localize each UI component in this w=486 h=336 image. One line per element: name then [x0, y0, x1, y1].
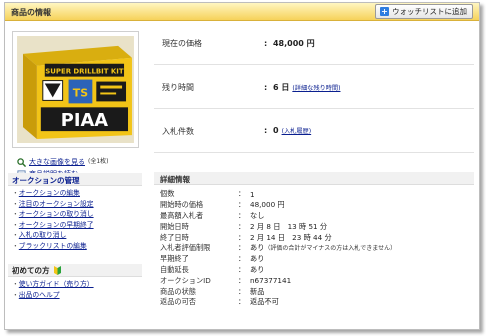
- detailed-time-link[interactable]: (詳細な残り時間): [292, 83, 340, 92]
- detail-row: 商品の状態：新品: [160, 286, 265, 296]
- auction-mgmt-item[interactable]: オークションの早期終了: [12, 220, 142, 231]
- time-left-label: 残り時間: [162, 83, 194, 92]
- detail-row: 開始時の価格： 48,000 円: [160, 200, 285, 210]
- detail-row: 開始日時： 2 月 8 日 13 時 51 分: [160, 221, 328, 231]
- product-image[interactable]: SUPER DRILLBIT KIT TS PIAA: [12, 31, 139, 148]
- current-price-row: 現在の価格 : 48,000 円: [154, 21, 474, 65]
- detail-row: 自動延長：あり: [160, 264, 265, 274]
- product-box-illustration: SUPER DRILLBIT KIT TS PIAA: [17, 36, 134, 143]
- large-image-link-row[interactable]: 大きな画像を見る (全1枚): [17, 156, 109, 168]
- add-to-watchlist-button[interactable]: + ウォッチリストに追加: [375, 4, 473, 19]
- time-left-value: 6 日: [272, 83, 290, 92]
- beginner-box: 初めての方 使い方ガイド（売り方） 出品のヘルプ: [8, 264, 142, 301]
- svg-text:TS: TS: [73, 86, 88, 99]
- detail-row: 終了日時： 2 月 14 日 23 時 44 分: [160, 232, 332, 242]
- beginner-heading: 初めての方: [12, 265, 50, 275]
- magnifier-icon: [17, 157, 26, 167]
- details-table: 個数： 1 開始時の価格： 48,000 円 最高額入札者：なし 開始日時： 2 月 …: [160, 189, 470, 308]
- right-column: 現在の価格 : 48,000 円 残り時間 : 6 日 (詳細な残り時間) 入札件…: [146, 21, 479, 329]
- plus-icon: +: [380, 6, 389, 16]
- beginner-mark-icon: [53, 265, 61, 275]
- auction-mgmt-item[interactable]: オークションの編集: [12, 188, 142, 199]
- bid-count-value: 0: [272, 126, 279, 135]
- bid-count-row: 入札件数 : 0 (入札履歴): [154, 109, 474, 153]
- section-title: 商品の情報: [11, 8, 51, 17]
- auction-mgmt-item[interactable]: ブラックリストの編集: [12, 241, 142, 252]
- detail-row: 個数： 1: [160, 189, 255, 199]
- auction-management-box: オークションの管理 オークションの編集 注目のオークション設定 オークションの取…: [8, 173, 142, 252]
- svg-text:PIAA: PIAA: [61, 110, 108, 131]
- auction-mgmt-item[interactable]: 注目のオークション設定: [12, 199, 142, 210]
- detail-row: オークションID： n67377141: [160, 275, 292, 286]
- details-heading: 詳細情報: [154, 172, 474, 185]
- bid-history-link[interactable]: (入札履歴): [282, 126, 312, 135]
- current-price-label: 現在の価格: [162, 39, 202, 48]
- detail-row: 返品の可否：返品不可: [160, 297, 279, 307]
- bid-count-label: 入札件数: [162, 127, 194, 136]
- beginner-item[interactable]: 使い方ガイド（売り方）: [12, 279, 142, 290]
- time-left-row: 残り時間 : 6 日 (詳細な残り時間): [154, 65, 474, 109]
- auction-mgmt-item[interactable]: 入札の取り消し: [12, 230, 142, 241]
- beginner-heading-row: 初めての方: [8, 264, 142, 277]
- detail-row: 入札者評価制限：あり（評価の合計がマイナスの方は入札できません）: [160, 243, 397, 253]
- auction-management-heading: オークションの管理: [8, 173, 142, 186]
- add-to-watchlist-label: ウォッチリストに追加: [392, 7, 467, 16]
- header-bar: 商品の情報 + ウォッチリストに追加: [5, 3, 479, 21]
- item-info-panel: 商品の情報 + ウォッチリストに追加 SUPER DRILLBIT KIT TS: [4, 2, 480, 330]
- detail-row: 最高額入札者：なし: [160, 210, 265, 220]
- beginner-item[interactable]: 出品のヘルプ: [12, 290, 142, 301]
- current-price-value: 48,000 円: [272, 39, 315, 48]
- svg-text:SUPER DRILLBIT KIT: SUPER DRILLBIT KIT: [45, 68, 124, 76]
- large-image-link[interactable]: 大きな画像を見る: [29, 156, 85, 168]
- image-count: (全1枚): [88, 158, 109, 165]
- rating-restriction-note: （評価の合計がマイナスの方は入札できません）: [264, 245, 397, 253]
- auction-mgmt-item[interactable]: オークションの取り消し: [12, 209, 142, 220]
- detail-row: 早期終了：あり: [160, 254, 265, 264]
- left-column: SUPER DRILLBIT KIT TS PIAA 大きな画像を見る (全1枚: [5, 21, 146, 329]
